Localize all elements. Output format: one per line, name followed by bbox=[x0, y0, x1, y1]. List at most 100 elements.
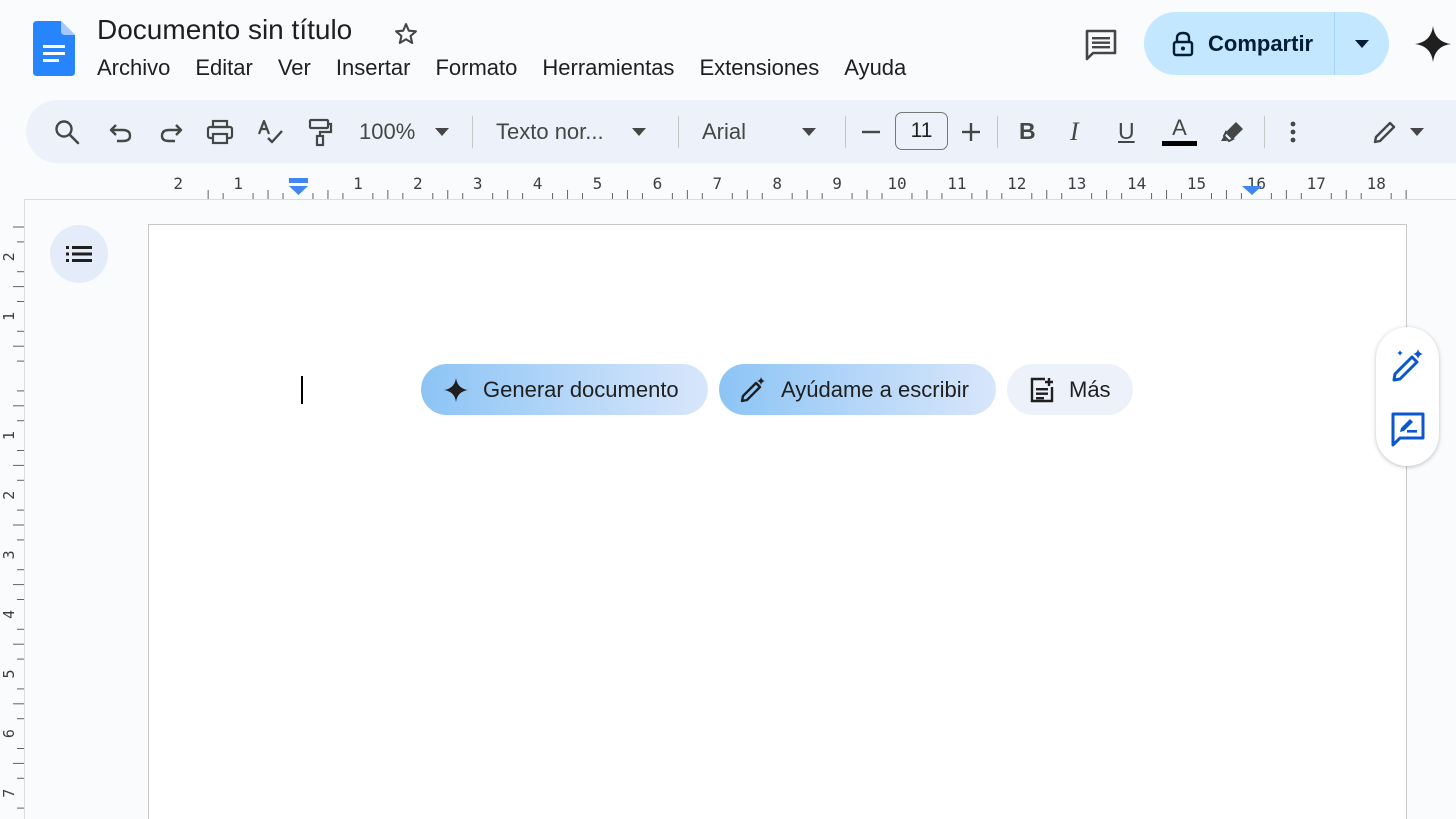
paragraph-style-value: Texto nor... bbox=[496, 118, 604, 144]
document-outline-button[interactable] bbox=[50, 225, 108, 283]
document-page[interactable] bbox=[148, 224, 1407, 819]
decrease-font-size-button[interactable] bbox=[862, 100, 880, 163]
menu-archivo[interactable]: Archivo bbox=[97, 55, 170, 81]
text-color-button[interactable]: A bbox=[1162, 100, 1197, 163]
editing-mode-select[interactable] bbox=[1372, 100, 1424, 163]
ruler-label: 1 bbox=[0, 312, 18, 321]
bold-button[interactable]: B bbox=[1019, 100, 1036, 163]
help-me-write-label: Ayúdame a escribir bbox=[781, 376, 969, 402]
ruler-label: 3 bbox=[0, 550, 18, 559]
ruler-label: 5 bbox=[593, 174, 603, 193]
spellcheck-icon bbox=[257, 119, 283, 143]
rate-feedback-icon[interactable] bbox=[1390, 411, 1426, 447]
caret-down-icon bbox=[435, 127, 450, 136]
font-size-input[interactable]: 11 bbox=[895, 112, 948, 150]
vertical-ruler[interactable]: 2 1 1 2 3 4 5 6 7 bbox=[0, 200, 25, 819]
ruler-label: 8 bbox=[772, 174, 782, 193]
zoom-select[interactable]: 100% bbox=[359, 100, 450, 163]
menu-insertar[interactable]: Insertar bbox=[336, 55, 411, 81]
text-color-swatch bbox=[1162, 141, 1197, 146]
app-header: Documento sin título Archivo Editar Ver … bbox=[0, 0, 1456, 98]
docs-logo-icon[interactable] bbox=[33, 21, 75, 76]
ruler-label: 2 bbox=[413, 174, 423, 193]
toolbar-divider bbox=[1264, 116, 1265, 148]
print-button[interactable] bbox=[206, 100, 234, 163]
menu-ayuda[interactable]: Ayuda bbox=[844, 55, 906, 81]
paint-format-icon bbox=[308, 118, 333, 146]
toolbar-divider bbox=[845, 116, 846, 148]
sparkle-icon bbox=[444, 377, 468, 402]
ruler-label: 4 bbox=[0, 610, 18, 619]
text-cursor bbox=[301, 376, 303, 404]
menu-bar: Archivo Editar Ver Insertar Formato Herr… bbox=[97, 55, 931, 81]
plus-icon bbox=[962, 122, 980, 141]
share-label: Compartir bbox=[1208, 30, 1314, 56]
comments-icon[interactable] bbox=[1083, 27, 1119, 63]
horizontal-ruler[interactable]: 2 1 1 2 3 4 5 6 7 8 9 10 11 12 13 14 15 16 17 18 bbox=[0, 170, 1456, 200]
caret-down-icon bbox=[802, 127, 817, 136]
ruler-label: 17 bbox=[1307, 174, 1326, 193]
ruler-label: 9 bbox=[832, 174, 842, 193]
left-indent-marker[interactable] bbox=[289, 178, 308, 195]
toolbar-divider bbox=[472, 116, 473, 148]
generate-document-chip[interactable]: Generar documento bbox=[421, 364, 708, 415]
redo-button[interactable] bbox=[158, 100, 184, 163]
share-button-group: Compartir bbox=[1144, 12, 1389, 75]
search-menus-button[interactable] bbox=[54, 100, 80, 163]
increase-font-size-button[interactable] bbox=[962, 100, 980, 163]
ruler-label: 1 bbox=[233, 174, 243, 193]
menu-editar[interactable]: Editar bbox=[195, 55, 252, 81]
caret-down-icon bbox=[1410, 127, 1424, 136]
menu-ver[interactable]: Ver bbox=[278, 55, 311, 81]
text-color-icon: A bbox=[1172, 115, 1187, 140]
menu-formato[interactable]: Formato bbox=[435, 55, 517, 81]
italic-button[interactable]: I bbox=[1070, 100, 1079, 163]
search-icon bbox=[55, 119, 80, 144]
caret-down-icon bbox=[1355, 39, 1369, 48]
ruler-border bbox=[24, 199, 25, 819]
outline-list-icon bbox=[66, 246, 92, 262]
font-select[interactable]: Arial bbox=[702, 100, 817, 163]
italic-icon: I bbox=[1070, 116, 1079, 146]
paint-format-button[interactable] bbox=[307, 100, 333, 163]
share-dropdown-button[interactable] bbox=[1335, 12, 1389, 75]
ruler-label: 13 bbox=[1067, 174, 1086, 193]
menu-extensiones[interactable]: Extensiones bbox=[699, 55, 819, 81]
ruler-label: 1 bbox=[0, 431, 18, 440]
help-me-write-sparkle-pen-icon[interactable] bbox=[1390, 347, 1426, 383]
gemini-sparkle-icon[interactable] bbox=[1414, 25, 1452, 63]
ruler-border bbox=[25, 199, 1456, 200]
ruler-label: 14 bbox=[1127, 174, 1146, 193]
highlight-button[interactable] bbox=[1220, 100, 1246, 163]
share-button[interactable]: Compartir bbox=[1144, 12, 1335, 75]
magic-pen-icon bbox=[740, 376, 765, 402]
menu-herramientas[interactable]: Herramientas bbox=[542, 55, 674, 81]
ruler-label: 2 bbox=[0, 491, 18, 500]
print-icon bbox=[206, 119, 234, 144]
ruler-label: 11 bbox=[947, 174, 966, 193]
generate-document-label: Generar documento bbox=[483, 376, 679, 402]
toolbar-divider bbox=[678, 116, 679, 148]
more-chip[interactable]: Más bbox=[1007, 364, 1133, 415]
undo-icon bbox=[109, 123, 132, 142]
lock-icon bbox=[1172, 31, 1194, 56]
ruler-label: 12 bbox=[1007, 174, 1026, 193]
bold-icon: B bbox=[1019, 118, 1036, 144]
ruler-label: 3 bbox=[473, 174, 483, 193]
help-me-write-chip[interactable]: Ayúdame a escribir bbox=[719, 364, 996, 415]
caret-down-icon bbox=[631, 127, 646, 136]
star-icon[interactable] bbox=[392, 20, 420, 48]
zoom-value: 100% bbox=[359, 118, 416, 144]
pencil-icon bbox=[1373, 121, 1396, 143]
undo-button[interactable] bbox=[108, 100, 134, 163]
ruler-label: 7 bbox=[0, 789, 18, 798]
toolbar-divider bbox=[997, 116, 998, 148]
underline-button[interactable]: U bbox=[1118, 100, 1135, 163]
document-title[interactable]: Documento sin título bbox=[97, 14, 352, 46]
ruler-label: 15 bbox=[1187, 174, 1206, 193]
more-options-button[interactable] bbox=[1290, 100, 1296, 163]
ruler-label: 2 bbox=[0, 252, 18, 261]
paragraph-style-select[interactable]: Texto nor... bbox=[496, 100, 646, 163]
minus-icon bbox=[862, 130, 880, 133]
spellcheck-button[interactable] bbox=[256, 100, 284, 163]
